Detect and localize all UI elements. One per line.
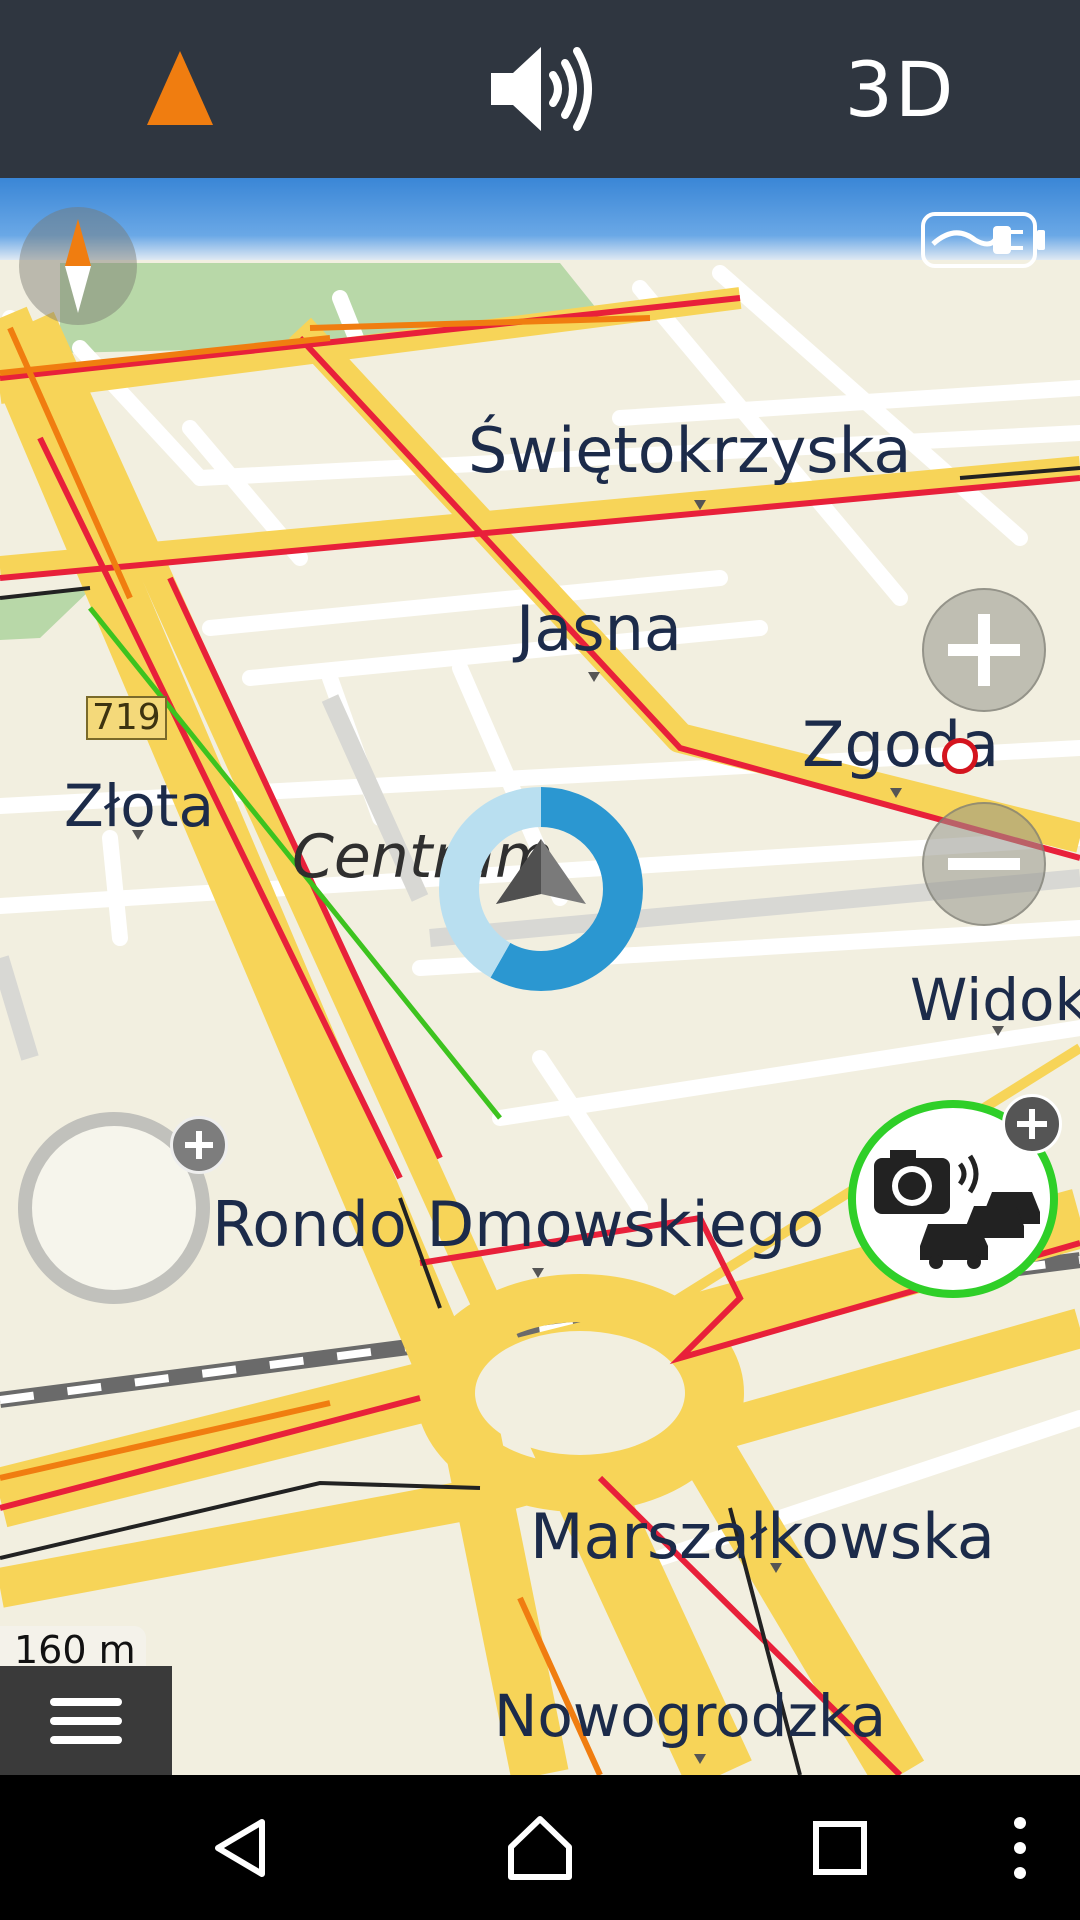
add-icon[interactable] — [170, 1116, 228, 1174]
plus-icon — [948, 614, 1020, 686]
recents-button[interactable] — [750, 1775, 930, 1920]
compass-button[interactable] — [19, 207, 137, 325]
charging-plug-icon — [931, 226, 1023, 254]
system-navigation-bar — [0, 1775, 1080, 1920]
home-button[interactable] — [450, 1775, 630, 1920]
current-position-icon — [439, 787, 643, 991]
view-mode-label: 3D — [844, 44, 956, 134]
navigation-arrow-icon — [147, 51, 213, 125]
street-label: Rondo Dmowskiego — [212, 1188, 825, 1261]
street-label: Marszałkowska — [530, 1500, 995, 1573]
road-number-shield: 719 — [86, 696, 167, 740]
view-mode-button[interactable]: 3D — [720, 0, 1080, 178]
street-label: Nowogrodzka — [494, 1682, 887, 1750]
zoom-out-button[interactable] — [922, 802, 1046, 926]
destination-marker — [942, 738, 978, 774]
zoom-in-button[interactable] — [922, 588, 1046, 712]
orientation-button[interactable] — [0, 0, 360, 178]
add-camera-icon[interactable] — [1002, 1094, 1062, 1154]
more-vert-icon — [1014, 1816, 1026, 1879]
minus-icon — [948, 858, 1020, 870]
charging-indicator — [921, 212, 1045, 268]
back-icon — [215, 1818, 265, 1877]
street-label: Świętokrzyska — [468, 414, 912, 487]
hamburger-menu-icon — [50, 1698, 122, 1744]
sound-button[interactable] — [360, 0, 720, 178]
recents-icon — [813, 1820, 867, 1875]
more-options-button[interactable] — [930, 1775, 1080, 1920]
compass-icon — [65, 219, 91, 313]
map-view[interactable]: Świętokrzyska Jasna Zgoda Złota Centrum … — [0, 178, 1080, 1775]
menu-button[interactable] — [0, 1666, 172, 1776]
home-icon — [508, 1815, 572, 1880]
back-button[interactable] — [150, 1775, 330, 1920]
top-bar: 3D — [0, 0, 1080, 178]
street-label: Widok — [910, 966, 1080, 1034]
street-label: Złota — [64, 772, 214, 840]
street-label: Jasna — [516, 592, 682, 665]
speaker-icon — [491, 47, 592, 131]
